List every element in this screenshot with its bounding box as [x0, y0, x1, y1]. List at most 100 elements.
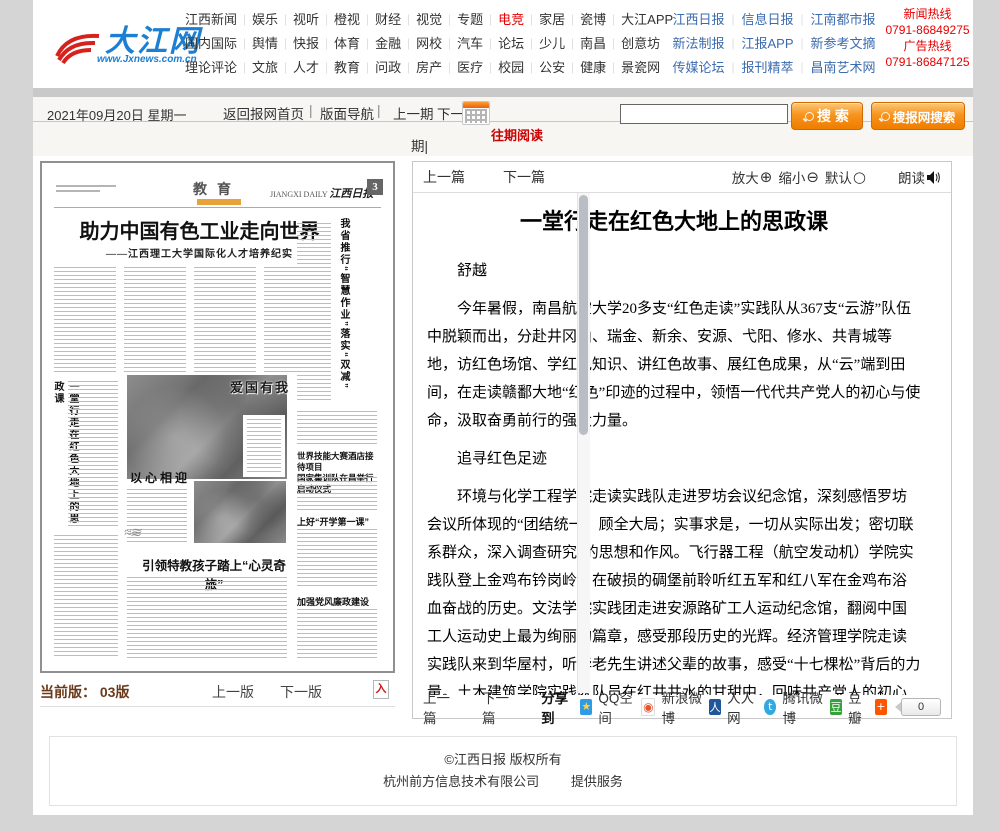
text-lines: [297, 411, 377, 447]
read-aloud-label: 朗读: [898, 167, 925, 187]
np-swirl-graphic: ≈≋: [124, 525, 139, 542]
nav-link[interactable]: 健康: [565, 60, 606, 75]
renren-icon[interactable]: 人: [709, 699, 721, 715]
next-article-link[interactable]: 下一篇: [482, 687, 513, 727]
page-navigation-link[interactable]: 版面导航: [320, 103, 374, 123]
nav-link[interactable]: 医疗: [442, 60, 483, 75]
share-douban-link[interactable]: 豆瓣: [848, 687, 869, 727]
nav-link[interactable]: 教育: [319, 60, 360, 75]
nav-link[interactable]: 江西新闻: [185, 12, 237, 27]
nav-link-esports[interactable]: 电竞: [483, 12, 524, 27]
read-aloud-control[interactable]: 朗读: [898, 167, 941, 187]
tencent-weibo-icon[interactable]: t: [764, 699, 776, 715]
nav-link[interactable]: 家居: [524, 12, 565, 27]
np-page-number: 3: [367, 179, 383, 195]
page-controls: 当前版： 03版 上一版 下一版 入: [40, 680, 395, 707]
search-button-label: 搜 索: [817, 106, 849, 126]
text-lines: [54, 267, 116, 375]
article-scrollbar-thumb[interactable]: [579, 195, 588, 435]
nav-link[interactable]: 问政: [360, 60, 401, 75]
previous-article-link[interactable]: 上一篇: [423, 167, 465, 187]
paper-link[interactable]: 传媒论坛: [672, 60, 724, 75]
paper-link[interactable]: 江西日报: [672, 12, 724, 27]
search-button[interactable]: 搜 索: [791, 102, 863, 130]
nav-link[interactable]: 公安: [524, 60, 565, 75]
nav-link[interactable]: 少儿: [524, 36, 565, 51]
site-logo[interactable]: 大江网 www.Jxnews.com.cn: [53, 12, 203, 76]
nav-link[interactable]: 汽车: [442, 36, 483, 51]
past-issues-link[interactable]: 往期阅读: [491, 125, 543, 144]
next-issue-link[interactable]: 下一: [437, 103, 464, 123]
share-tencent-weibo-link[interactable]: 腾讯微博: [782, 687, 823, 727]
paper-link[interactable]: 信息日报: [724, 12, 793, 27]
nav-link[interactable]: 南昌: [565, 36, 606, 51]
nav-link[interactable]: 橙视: [319, 12, 360, 27]
site-search-button[interactable]: 搜报网搜索: [871, 102, 965, 130]
douban-icon[interactable]: 豆: [830, 699, 842, 715]
next-issue-link-wrap[interactable]: 期|: [411, 135, 428, 155]
paper-link[interactable]: 江报APP: [724, 36, 793, 51]
np-headline-2: 以心相迎: [130, 469, 190, 486]
paper-link[interactable]: 新参考文摘: [794, 36, 876, 51]
previous-page-link[interactable]: 上一版: [212, 682, 254, 702]
nav-link[interactable]: 娱乐: [237, 12, 278, 27]
share-sina-weibo-link[interactable]: 新浪微博: [661, 687, 702, 727]
article-view-controls: 放大 ⊕ 缩小 ⊖ 默认 ○ 朗读: [732, 167, 941, 187]
pdf-icon[interactable]: 入: [373, 680, 389, 699]
nav-row: 江西日报信息日报江南都市报: [665, 8, 883, 32]
paper-link[interactable]: 报刊精萃: [724, 60, 793, 75]
nav-link[interactable]: 校园: [483, 60, 524, 75]
share-more-icon[interactable]: +: [875, 699, 887, 715]
newspaper-page-thumbnail[interactable]: 教育 JIANGXI DAILY 江西日报 3 助力中国有色工业走向世界 ——江…: [40, 161, 395, 673]
paper-link[interactable]: 江南都市报: [794, 12, 876, 27]
text-lines: [297, 223, 331, 403]
next-page-link[interactable]: 下一版: [280, 682, 322, 702]
nav-link[interactable]: 论坛: [483, 36, 524, 51]
nav-link[interactable]: 景瓷网: [606, 60, 660, 75]
calendar-icon-grid: [465, 109, 487, 123]
share-qzone-link[interactable]: QQ空间: [598, 687, 635, 727]
nav-link[interactable]: 视听: [278, 12, 319, 27]
nav-link[interactable]: 理论评论: [185, 60, 237, 75]
nav-link[interactable]: 专题: [442, 12, 483, 27]
provider-line: 杭州前方信息技术有限公司 提供服务: [50, 771, 956, 793]
nav-link[interactable]: 大江APP: [606, 12, 673, 27]
nav-link[interactable]: 瓷博: [565, 12, 606, 27]
nav-link[interactable]: 体育: [319, 36, 360, 51]
article-paragraph: 今年暑假，南昌航空大学20多支“红色走读”实践队从367支“云游”队伍中脱颖而出…: [427, 295, 921, 435]
np-photo-caption: 爱国有我: [230, 377, 290, 396]
article-title: 一堂行走在红色大地上的思政课: [427, 207, 921, 237]
nav-row: 新法制报江报APP新参考文摘: [665, 32, 883, 56]
nav-link[interactable]: 视觉: [401, 12, 442, 27]
nav-link[interactable]: 文旅: [237, 60, 278, 75]
qzone-icon[interactable]: ★: [580, 699, 592, 715]
next-article-link[interactable]: 下一篇: [503, 167, 545, 187]
nav-link[interactable]: 人才: [278, 60, 319, 75]
nav-link[interactable]: 金融: [360, 36, 401, 51]
np-masthead: JIANGXI DAILY 江西日报: [270, 185, 373, 201]
zoom-in-control[interactable]: 放大 ⊕: [732, 167, 773, 187]
previous-issue-link[interactable]: 上一期: [393, 103, 434, 123]
sina-weibo-icon[interactable]: ◉: [641, 698, 655, 716]
nav-link[interactable]: 财经: [360, 12, 401, 27]
nav-link[interactable]: 舆情: [237, 36, 278, 51]
nav-link[interactable]: 创意坊: [606, 36, 660, 51]
calendar-icon[interactable]: [462, 101, 490, 125]
nav-link[interactable]: 国内国际: [185, 36, 237, 51]
article-paragraph: 环境与化学工程学院走读实践队走进罗坊会议纪念馆，深刻感悟罗坊会议所体现的“团结统…: [427, 483, 921, 695]
back-home-link[interactable]: 返回报网首页: [223, 103, 304, 123]
nav-link[interactable]: 网校: [401, 36, 442, 51]
newspaper-photo: [194, 481, 286, 543]
search-input[interactable]: [620, 104, 788, 124]
paper-link[interactable]: 新法制报: [672, 36, 724, 51]
np-photo-caption-block: [243, 415, 285, 477]
article-scrollbar-track[interactable]: [577, 193, 590, 693]
share-renren-link[interactable]: 人人网: [727, 687, 758, 727]
nav-link[interactable]: 房产: [401, 60, 442, 75]
default-size-control[interactable]: 默认 ○: [825, 167, 866, 187]
paper-link[interactable]: 昌南艺术网: [794, 60, 876, 75]
previous-article-link[interactable]: 上一篇: [423, 687, 454, 727]
zoom-out-control[interactable]: 缩小 ⊖: [778, 167, 819, 187]
hotline-block: 新闻热线 0791-86849275 广告热线 0791-86847125: [885, 6, 970, 70]
nav-link[interactable]: 快报: [278, 36, 319, 51]
